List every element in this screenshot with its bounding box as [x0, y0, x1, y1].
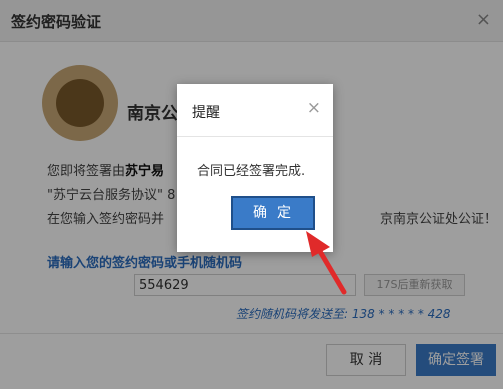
alert-header: 提醒 × — [177, 84, 333, 137]
alert-title: 提醒 — [192, 105, 220, 121]
alert-close-icon[interactable]: × — [307, 98, 321, 118]
alert-ok-button[interactable]: 确定 — [231, 196, 315, 230]
alert-dialog: 提醒 × 合同已经签署完成. 确定 — [177, 84, 333, 252]
alert-message: 合同已经签署完成. — [197, 164, 306, 179]
